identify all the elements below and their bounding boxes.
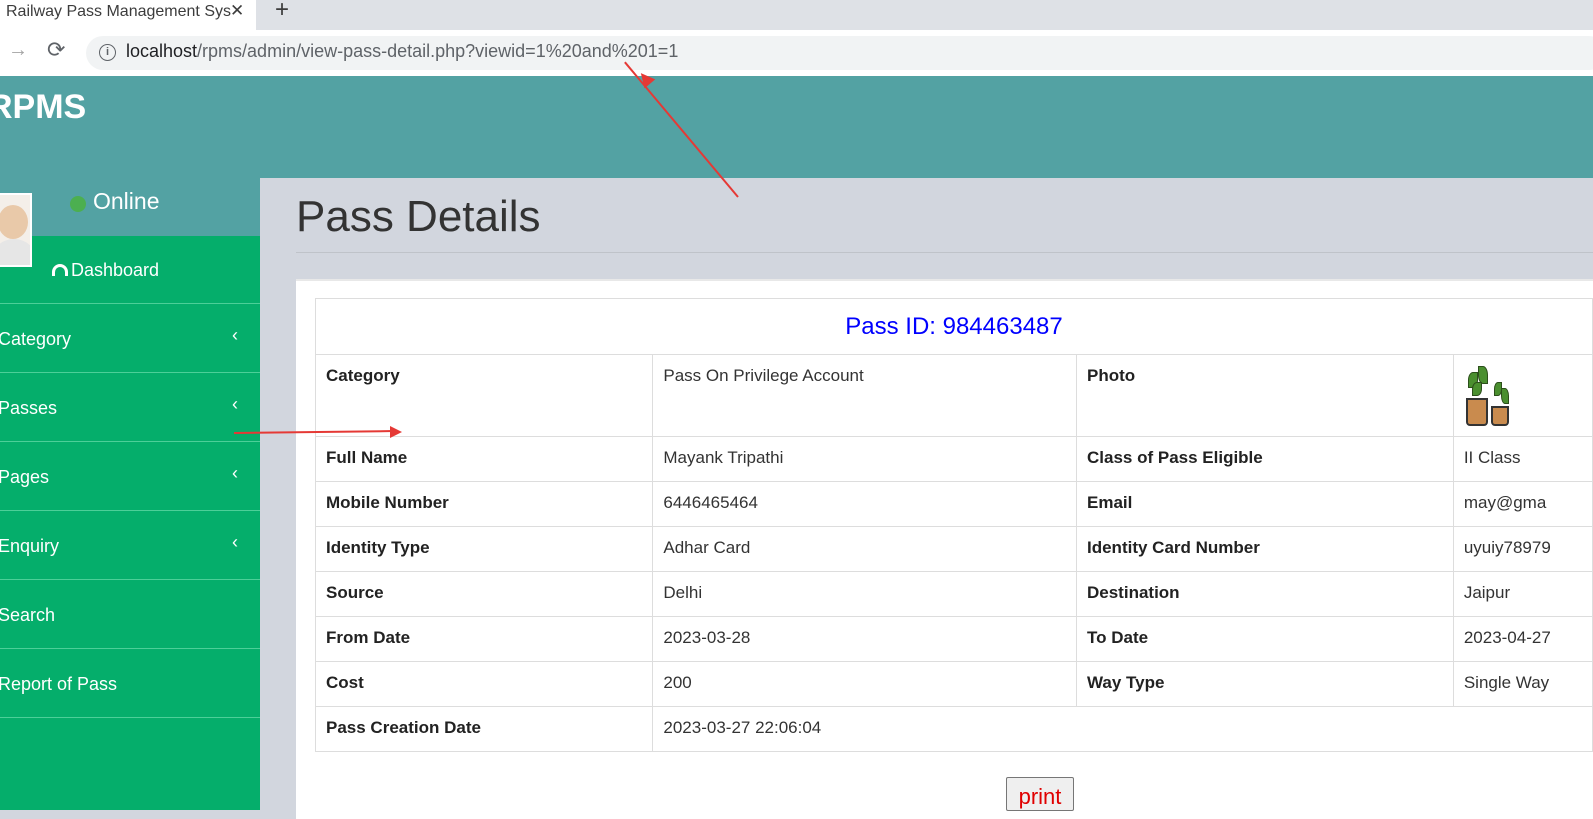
sidebar-item-dashboard-label: Dashboard [52, 260, 159, 281]
dashboard-icon [52, 264, 68, 276]
from-date-value: 2023-03-28 [652, 616, 1077, 662]
chevron-left-icon: ‹ [232, 325, 238, 345]
table-row: Pass Creation Date 2023-03-27 22:06:04 [314, 706, 1593, 752]
cost-label: Cost [314, 661, 654, 707]
pass-photo [1464, 366, 1516, 430]
new-tab-icon[interactable]: + [275, 0, 289, 24]
cost-value: 200 [652, 661, 1077, 707]
category-value: Pass On Privilege Account [652, 354, 1077, 437]
address-bar: → ⟳ i localhost/rpms/admin/view-pass-det… [0, 30, 1593, 76]
chevron-left-icon: ‹ [232, 532, 238, 552]
url-input[interactable]: i localhost/rpms/admin/view-pass-detail.… [86, 36, 1593, 70]
app-logo[interactable]: RPMS [0, 88, 86, 127]
sidebar-item-report-of-pass[interactable]: Report of Pass [0, 650, 260, 718]
avatar-head [0, 205, 28, 239]
email-label: Email [1076, 481, 1454, 527]
page-title: Pass Details [296, 192, 541, 241]
full-name-value: Mayank Tripathi [652, 436, 1077, 482]
chevron-left-icon: ‹ [232, 463, 238, 483]
sidebar-item-label: Search [0, 605, 56, 625]
class-label: Class of Pass Eligible [1076, 436, 1454, 482]
table-row: Mobile Number 6446465464 Email may@gma [314, 481, 1593, 527]
info-icon[interactable]: i [99, 44, 116, 61]
sidebar-item-label: Enquiry [0, 536, 60, 556]
mobile-value: 6446465464 [652, 481, 1077, 527]
table-row: From Date 2023-03-28 To Date 2023-04-27 [314, 616, 1593, 662]
way-type-label: Way Type [1076, 661, 1454, 707]
forward-icon[interactable]: → [8, 39, 28, 62]
online-status-icon [70, 196, 86, 212]
divider [296, 252, 1593, 253]
photo-cell [1452, 354, 1593, 437]
creation-date-label: Pass Creation Date [314, 706, 654, 752]
sidebar-item-label: Dashboard [71, 260, 160, 280]
to-date-label: To Date [1076, 616, 1454, 662]
reload-icon[interactable]: ⟳ [47, 37, 65, 63]
avatar-body [0, 239, 30, 265]
url-path: /rpms/admin/view-pass-detail.php?viewid=… [197, 41, 679, 61]
pass-details-table: Pass ID: 984463487 Category Pass On Priv… [314, 298, 1593, 752]
identity-type-label: Identity Type [314, 526, 654, 572]
class-value: II Class [1452, 436, 1593, 482]
full-name-label: Full Name [314, 436, 654, 482]
sidebar-item-dashboard[interactable]: Dashboard [0, 236, 260, 304]
tab-title: Railway Pass Management Sys [6, 3, 231, 20]
table-row: Category Pass On Privilege Account Photo [314, 354, 1593, 437]
pass-details-card: Pass ID: 984463487 Category Pass On Priv… [296, 279, 1593, 819]
sidebar-item-label: Pages [0, 467, 50, 487]
avatar [0, 193, 32, 267]
source-label: Source [314, 571, 654, 617]
annotation-arrowhead-passes [390, 426, 402, 438]
sidebar-item-pages[interactable]: Pages ‹ [0, 443, 260, 511]
chevron-left-icon: ‹ [232, 394, 238, 414]
browser-tab[interactable]: Railway Pass Management Sys ✕ [0, 0, 256, 30]
pass-id-heading: Pass ID: 984463487 [315, 298, 1593, 355]
to-date-value: 2023-04-27 [1452, 616, 1593, 662]
sidebar-item-label: Passes [0, 398, 58, 418]
sidebar-item-enquiry[interactable]: Enquiry ‹ [0, 512, 260, 580]
destination-label: Destination [1076, 571, 1454, 617]
creation-date-value: 2023-03-27 22:06:04 [652, 706, 1593, 752]
table-row: Source Delhi Destination Jaipur [314, 571, 1593, 617]
main-content: Pass Details Pass ID: 984463487 Category… [260, 178, 1593, 819]
identity-number-value: uyuiy78979 [1452, 526, 1593, 572]
app-header: RPMS [0, 76, 1593, 178]
browser-tab-bar: Railway Pass Management Sys ✕ + [0, 0, 1593, 30]
close-icon[interactable]: ✕ [230, 1, 244, 21]
email-value: may@gma [1452, 481, 1593, 527]
sidebar-item-passes[interactable]: Passes ‹ [0, 374, 260, 442]
way-type-value: Single Way [1452, 661, 1593, 707]
sidebar-item-label: Category [0, 329, 72, 349]
sidebar-item-label: Report of Pass [0, 674, 118, 694]
table-row: Cost 200 Way Type Single Way [314, 661, 1593, 707]
source-value: Delhi [652, 571, 1077, 617]
destination-value: Jaipur [1452, 571, 1593, 617]
category-label: Category [314, 354, 654, 437]
table-row: Pass ID: 984463487 [315, 298, 1593, 355]
url-text: localhost/rpms/admin/view-pass-detail.ph… [126, 41, 678, 62]
print-button[interactable]: print [1006, 777, 1074, 811]
mobile-label: Mobile Number [314, 481, 654, 527]
identity-type-value: Adhar Card [652, 526, 1077, 572]
sidebar-item-search[interactable]: Search [0, 581, 260, 649]
sidebar: Online Dashboard Category ‹ Passes ‹ Pag… [0, 178, 260, 810]
user-panel: Online [0, 178, 260, 267]
table-row: Identity Type Adhar Card Identity Card N… [314, 526, 1593, 572]
url-host: localhost [126, 41, 198, 61]
photo-label: Photo [1076, 354, 1454, 437]
from-date-label: From Date [314, 616, 654, 662]
table-row: Full Name Mayank Tripathi Class of Pass … [314, 436, 1593, 482]
sidebar-item-category[interactable]: Category ‹ [0, 305, 260, 373]
identity-number-label: Identity Card Number [1076, 526, 1454, 572]
online-status: Online [93, 188, 160, 214]
